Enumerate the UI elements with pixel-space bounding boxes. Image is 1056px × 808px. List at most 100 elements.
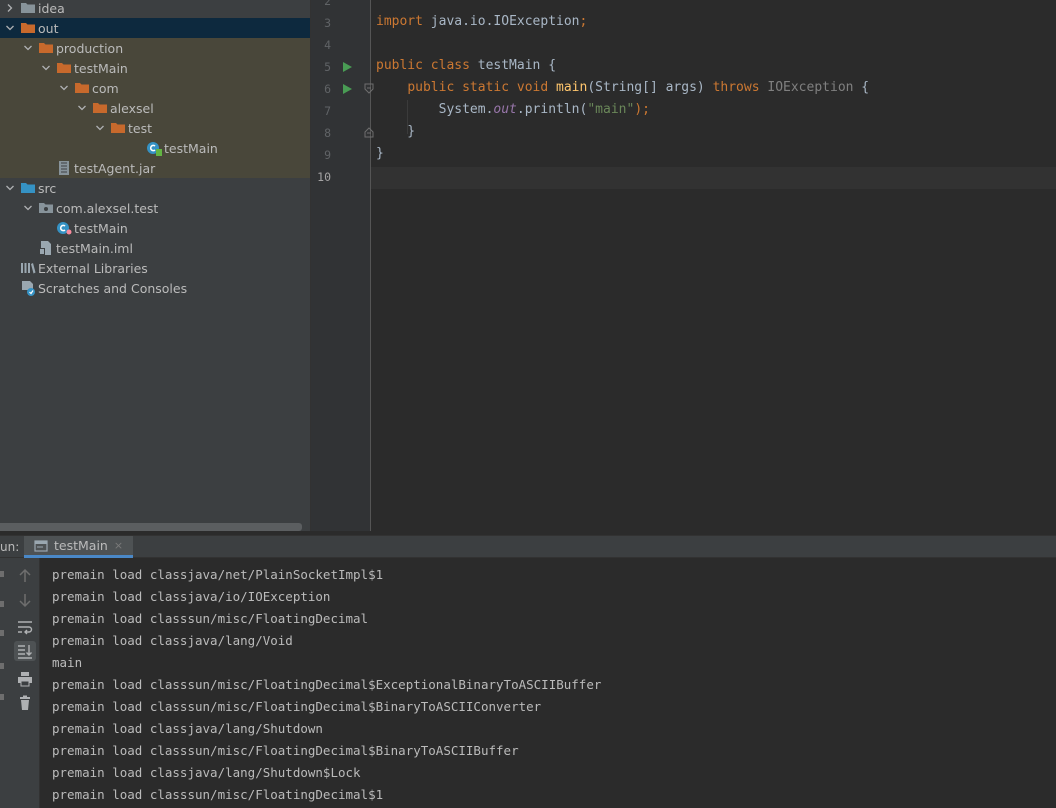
- folder-icon: [20, 0, 36, 16]
- run-class-icon[interactable]: [341, 61, 353, 73]
- code-token: .println(: [516, 102, 588, 117]
- tree-item-testmain[interactable]: testMain: [0, 218, 310, 238]
- tree-item-com[interactable]: com: [0, 78, 310, 98]
- tree-item-testmain[interactable]: testMain: [0, 138, 310, 158]
- console-clipped-line: premain load classjava/net/SocketImpl_sy…: [52, 558, 412, 562]
- tree-item-testagent-jar[interactable]: testAgent.jar: [0, 158, 310, 178]
- tree-item-label: production: [56, 40, 124, 56]
- line-number: 5: [324, 60, 331, 74]
- chevron-down-icon[interactable]: [22, 198, 34, 218]
- console-line: premain load classsun/misc/FloatingDecim…: [52, 743, 519, 758]
- console-line: premain load classsun/misc/FloatingDecim…: [52, 787, 384, 802]
- tree-item-label: com: [92, 80, 119, 96]
- arrow-up-button[interactable]: [14, 566, 36, 586]
- tree-item-label: Scratches and Consoles: [38, 280, 188, 296]
- project-tree-panel: idea out production testMain com alexsel test t…: [0, 0, 310, 531]
- code-token: import: [376, 14, 431, 29]
- line-number: 3: [324, 16, 331, 30]
- console-line: premain load classjava/net/PlainSocketIm…: [52, 567, 384, 582]
- run-tab-label: testMain: [54, 538, 108, 553]
- tree-item-production[interactable]: production: [0, 38, 310, 58]
- run-window-header: un: testMain ×: [0, 535, 1056, 558]
- line-number: 4: [324, 38, 331, 52]
- scroll-to-end-icon: [17, 643, 33, 659]
- tree-horizontal-scrollbar[interactable]: [0, 523, 302, 531]
- libraries-icon: [20, 260, 36, 276]
- chevron-down-icon[interactable]: [76, 98, 88, 118]
- console-line: premain load classjava/lang/Shutdown: [52, 721, 323, 736]
- chevron-down-icon[interactable]: [58, 78, 70, 98]
- class-file-icon: [146, 140, 162, 156]
- tree-item-alexsel[interactable]: alexsel: [0, 98, 310, 118]
- toolbar-edge-marker: [0, 663, 4, 669]
- console-line: premain load classsun/misc/FloatingDecim…: [52, 699, 542, 714]
- console-output[interactable]: premain load classjava/net/SocketImpl_sy…: [41, 558, 1056, 808]
- run-toolbar: [0, 558, 40, 808]
- java-class-icon: [56, 220, 72, 236]
- run-main-icon[interactable]: [341, 83, 353, 95]
- console-line: premain load classjava/io/IOException: [52, 589, 331, 604]
- arrow-down-button[interactable]: [14, 590, 36, 610]
- folder-orange-icon: [110, 120, 126, 136]
- chevron-right-icon[interactable]: [4, 0, 16, 18]
- code-line: public class testMain {: [376, 55, 556, 77]
- jar-file-icon: [56, 160, 72, 176]
- code-line: import java.io.IOException;: [376, 11, 587, 33]
- tree-item-test[interactable]: test: [0, 118, 310, 138]
- code-token: public class: [376, 58, 478, 73]
- tree-item-external-libraries[interactable]: External Libraries: [0, 258, 310, 278]
- fold-end-icon[interactable]: [364, 127, 374, 138]
- code-token: public static void: [407, 80, 557, 95]
- code-token: }: [376, 124, 416, 139]
- code-editor[interactable]: 2 3 4 5 6 7 8 9 10 import java.io.IOException; pu…: [310, 0, 1056, 531]
- line-number: 2: [324, 0, 331, 8]
- print-icon: [17, 671, 33, 687]
- tree-item-out[interactable]: out: [0, 18, 310, 38]
- tree-item-label: test: [128, 120, 153, 136]
- code-token: System.: [376, 102, 494, 117]
- chevron-down-icon[interactable]: [40, 58, 52, 78]
- tree-item-label: idea: [38, 0, 65, 16]
- code-token: }: [376, 146, 384, 161]
- line-number: 6: [324, 82, 331, 96]
- tree-item-label: testAgent.jar: [74, 160, 156, 176]
- console-line: premain load classsun/misc/FloatingDecim…: [52, 611, 369, 626]
- chevron-down-icon[interactable]: [4, 18, 16, 38]
- tree-item-scratches-and-consoles[interactable]: Scratches and Consoles: [0, 278, 310, 298]
- code-token: IOException: [767, 80, 854, 95]
- arrow-up-icon: [17, 568, 33, 584]
- fold-icon[interactable]: [364, 83, 374, 94]
- tree-item-idea[interactable]: idea: [0, 0, 310, 18]
- tree-item-label: testMain: [74, 60, 128, 76]
- code-token: (String[] args): [587, 80, 713, 95]
- tree-item-testmain[interactable]: testMain: [0, 58, 310, 78]
- tree-item-src[interactable]: src: [0, 178, 310, 198]
- print-button[interactable]: [14, 669, 36, 689]
- tree-item-com-alexsel-test[interactable]: com.alexsel.test: [0, 198, 310, 218]
- toolbar-edge-marker: [0, 630, 4, 636]
- run-tab-testmain[interactable]: testMain ×: [24, 536, 134, 558]
- soft-wrap-button[interactable]: [14, 617, 36, 637]
- code-token: {: [853, 80, 870, 95]
- line-number: 8: [324, 126, 331, 140]
- scroll-to-end-button[interactable]: [14, 641, 36, 661]
- code-line: }: [376, 121, 415, 143]
- code-token: testMain {: [477, 58, 557, 73]
- code-token: "main": [587, 102, 635, 117]
- code-token: main: [556, 80, 588, 95]
- close-tab-icon[interactable]: ×: [114, 539, 123, 552]
- chevron-down-icon[interactable]: [22, 38, 34, 58]
- folder-orange-icon: [56, 60, 72, 76]
- chevron-down-icon[interactable]: [94, 118, 106, 138]
- current-line-highlight: [371, 167, 1056, 189]
- tree-item-testmain-iml[interactable]: testMain.iml: [0, 238, 310, 258]
- tree-item-label: out: [38, 20, 59, 36]
- tree-item-label: testMain.iml: [56, 240, 133, 256]
- console-line: premain load classjava/lang/Shutdown$Loc…: [52, 765, 361, 780]
- soft-wrap-icon: [17, 619, 33, 635]
- console-line: premain load classjava/lang/Void: [52, 633, 293, 648]
- folder-orange-icon: [20, 20, 36, 36]
- arrow-down-icon: [17, 592, 33, 608]
- trash-button[interactable]: [14, 693, 36, 713]
- chevron-down-icon[interactable]: [4, 178, 16, 198]
